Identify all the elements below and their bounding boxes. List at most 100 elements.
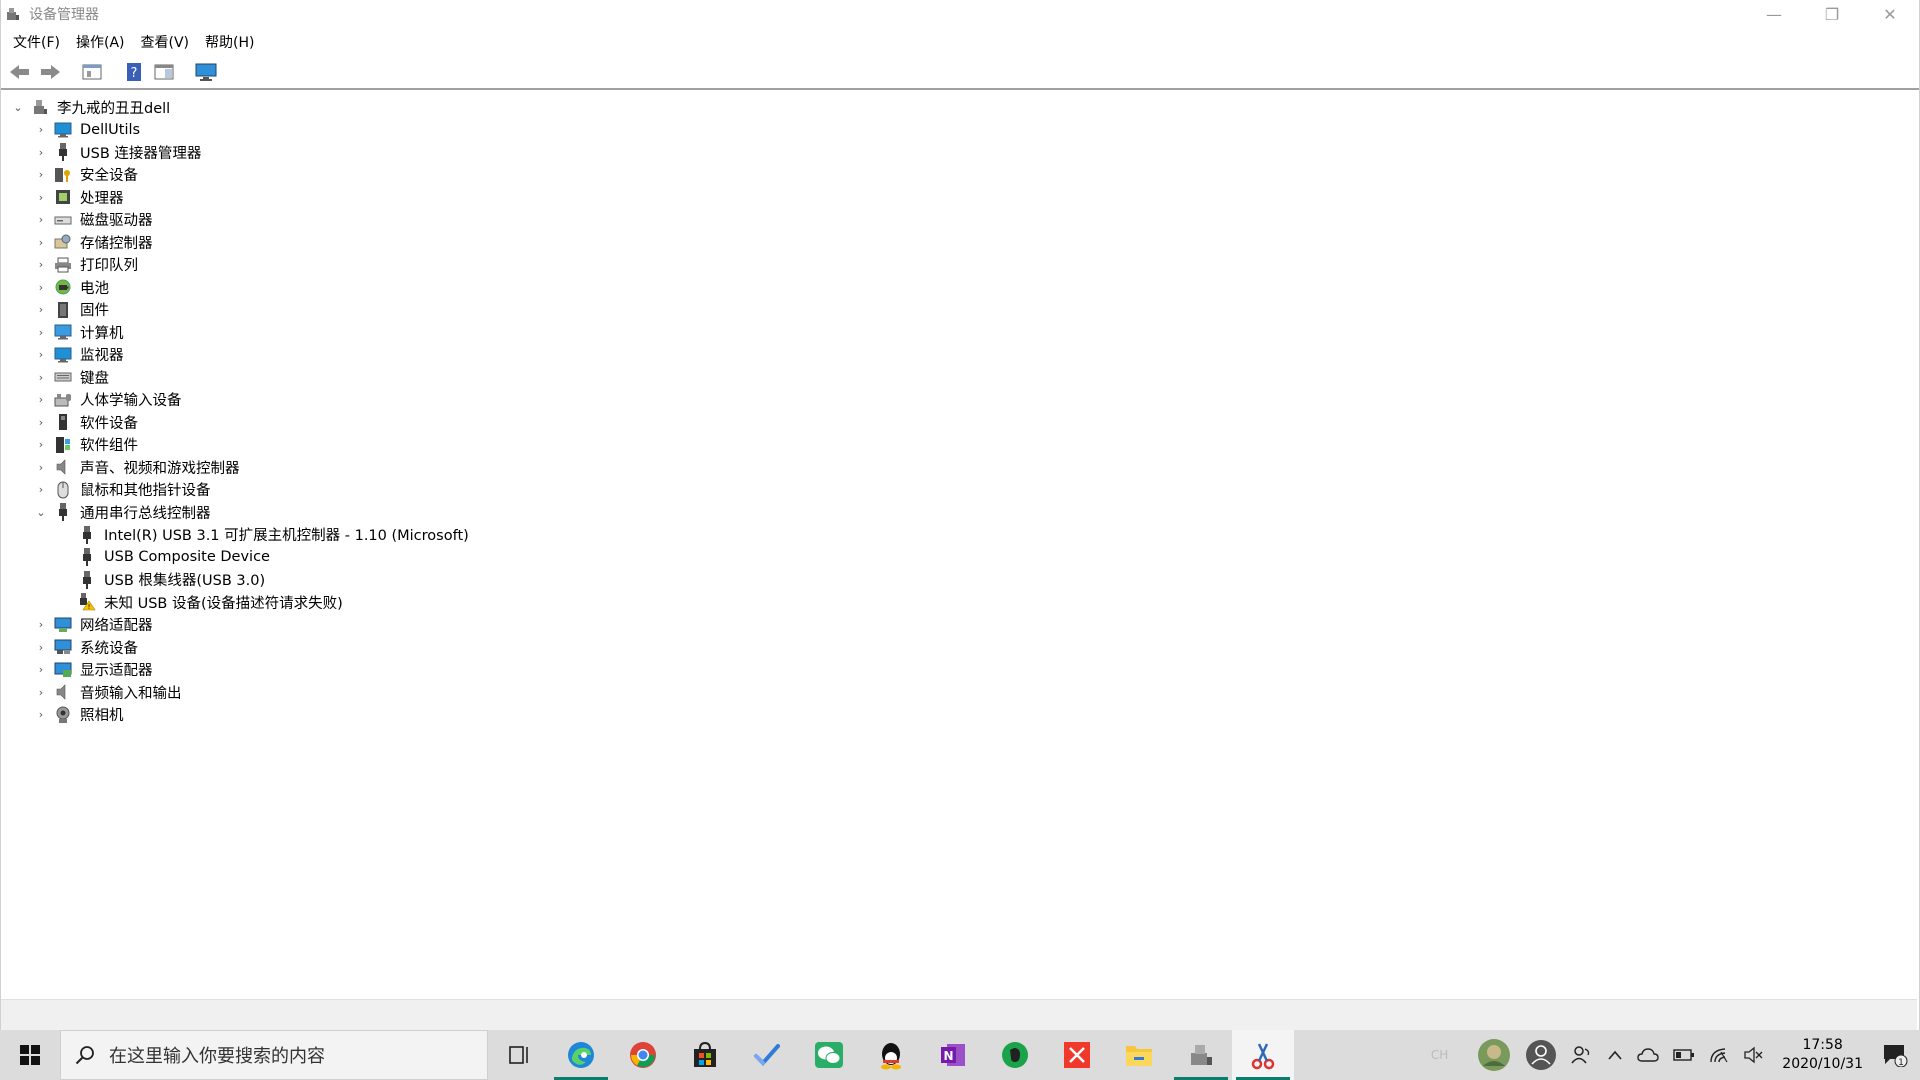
- close-button[interactable]: ✕: [1861, 0, 1919, 28]
- expand-chevron-right-icon[interactable]: ›: [34, 258, 48, 272]
- properties-button[interactable]: [79, 60, 105, 84]
- expand-chevron-right-icon[interactable]: ›: [34, 280, 48, 294]
- expand-chevron-right-icon[interactable]: ›: [34, 370, 48, 384]
- tree-category[interactable]: › 打印队列: [1, 254, 1917, 277]
- device-tree[interactable]: ⌄ 李九戒的丑丑dell › DellUtils › USB 连接器管理器 › 安全设备 › 处理…: [1, 94, 1917, 999]
- taskbar-file-explorer[interactable]: [1108, 1030, 1170, 1080]
- expand-chevron-down-icon[interactable]: ⌄: [11, 100, 25, 114]
- minimize-button[interactable]: —: [1745, 0, 1803, 28]
- taskbar-edge[interactable]: [550, 1030, 612, 1080]
- tree-category[interactable]: › 存储控制器: [1, 231, 1917, 254]
- network-adapter-icon: [54, 616, 72, 634]
- file-explorer-icon: [1126, 1046, 1152, 1066]
- taskbar-store[interactable]: [674, 1030, 736, 1080]
- tree-category[interactable]: › 音频输入和输出: [1, 681, 1917, 704]
- tree-category[interactable]: › 人体学输入设备: [1, 389, 1917, 412]
- expand-chevron-right-icon[interactable]: ›: [34, 663, 48, 677]
- expand-chevron-right-icon[interactable]: ›: [34, 123, 48, 137]
- tree-category-usb-controllers[interactable]: ⌄ 通用串行总线控制器: [1, 501, 1917, 524]
- tree-category[interactable]: › USB 连接器管理器: [1, 141, 1917, 164]
- tree-category[interactable]: › 声音、视频和游戏控制器: [1, 456, 1917, 479]
- tree-category[interactable]: › DellUtils: [1, 119, 1917, 142]
- tray-user[interactable]: [1518, 1030, 1564, 1080]
- tray-show-hidden[interactable]: [1600, 1030, 1630, 1080]
- expand-chevron-right-icon[interactable]: ›: [34, 438, 48, 452]
- ime-indicator[interactable]: CH: [1409, 1048, 1470, 1062]
- expand-chevron-right-icon[interactable]: ›: [34, 685, 48, 699]
- task-view-button[interactable]: [488, 1030, 550, 1080]
- tree-device[interactable]: Intel(R) USB 3.1 可扩展主机控制器 - 1.10 (Micros…: [1, 524, 1917, 547]
- tree-category[interactable]: › 固件: [1, 299, 1917, 322]
- expand-chevron-right-icon[interactable]: ›: [34, 708, 48, 722]
- tray-weather[interactable]: [1470, 1030, 1518, 1080]
- start-button[interactable]: [0, 1030, 60, 1080]
- taskbar-chrome[interactable]: [612, 1030, 674, 1080]
- restore-button[interactable]: ❐: [1803, 0, 1861, 28]
- menu-view[interactable]: 查看(V): [133, 29, 198, 55]
- tree-category[interactable]: › 网络适配器: [1, 614, 1917, 637]
- taskbar-device-manager[interactable]: [1170, 1030, 1232, 1080]
- taskbar-onenote[interactable]: N: [922, 1030, 984, 1080]
- expand-chevron-right-icon[interactable]: ›: [34, 483, 48, 497]
- menu-action[interactable]: 操作(A): [68, 29, 133, 55]
- expand-chevron-right-icon[interactable]: ›: [34, 348, 48, 362]
- expand-chevron-right-icon[interactable]: ›: [34, 190, 48, 204]
- expand-chevron-right-icon[interactable]: ›: [34, 168, 48, 182]
- help-button[interactable]: ?: [121, 60, 147, 84]
- tree-category[interactable]: › 软件设备: [1, 411, 1917, 434]
- tray-battery[interactable]: [1666, 1030, 1702, 1080]
- expand-chevron-right-icon[interactable]: ›: [34, 235, 48, 249]
- tray-wifi[interactable]: [1702, 1030, 1736, 1080]
- expand-chevron-right-icon[interactable]: ›: [34, 145, 48, 159]
- tree-device[interactable]: USB 根集线器(USB 3.0): [1, 569, 1917, 592]
- tree-category[interactable]: › 处理器: [1, 186, 1917, 209]
- tree-category[interactable]: › 系统设备: [1, 636, 1917, 659]
- expand-chevron-right-icon[interactable]: ›: [34, 213, 48, 227]
- tree-device[interactable]: USB Composite Device: [1, 546, 1917, 569]
- expand-chevron-right-icon[interactable]: ›: [34, 325, 48, 339]
- tray-people[interactable]: [1564, 1030, 1600, 1080]
- taskbar-qq[interactable]: [860, 1030, 922, 1080]
- tree-root-computer[interactable]: ⌄ 李九戒的丑丑dell: [1, 96, 1917, 119]
- forward-button[interactable]: [37, 60, 63, 84]
- tree-category[interactable]: › 键盘: [1, 366, 1917, 389]
- menu-file[interactable]: 文件(F): [5, 29, 68, 55]
- tree-category[interactable]: › 电池: [1, 276, 1917, 299]
- expand-chevron-right-icon[interactable]: ›: [34, 460, 48, 474]
- tree-category[interactable]: › 软件组件: [1, 434, 1917, 457]
- title-bar[interactable]: 设备管理器 — ❐ ✕: [1, 0, 1919, 28]
- tray-onedrive[interactable]: [1630, 1030, 1666, 1080]
- tree-category[interactable]: › 照相机: [1, 704, 1917, 727]
- tree-category[interactable]: › 计算机: [1, 321, 1917, 344]
- expand-chevron-down-icon[interactable]: ⌄: [34, 505, 48, 519]
- tree-category[interactable]: › 监视器: [1, 344, 1917, 367]
- back-button[interactable]: [7, 60, 33, 84]
- expand-chevron-right-icon[interactable]: ›: [34, 415, 48, 429]
- weather-avatar-icon: [1478, 1039, 1511, 1071]
- details-pane-button[interactable]: [151, 60, 177, 84]
- taskbar-todo[interactable]: [736, 1030, 798, 1080]
- menu-help[interactable]: 帮助(H): [197, 29, 262, 55]
- expand-chevron-right-icon[interactable]: ›: [34, 303, 48, 317]
- tray-volume[interactable]: [1736, 1030, 1770, 1080]
- tree-node-label: 照相机: [80, 708, 124, 725]
- keyboard-icon: [54, 368, 72, 386]
- taskbar-xmind[interactable]: [1046, 1030, 1108, 1080]
- tree-category[interactable]: › 鼠标和其他指针设备: [1, 479, 1917, 502]
- tree-device[interactable]: ! 未知 USB 设备(设备描述符请求失败): [1, 591, 1917, 614]
- taskbar-snipping-tool[interactable]: [1232, 1030, 1294, 1080]
- scan-hardware-button[interactable]: [193, 60, 219, 84]
- expand-chevron-right-icon[interactable]: ›: [34, 393, 48, 407]
- taskbar-evernote[interactable]: [984, 1030, 1046, 1080]
- onenote-icon: N: [941, 1044, 965, 1066]
- expand-chevron-right-icon[interactable]: ›: [34, 640, 48, 654]
- tree-category[interactable]: › 安全设备: [1, 164, 1917, 187]
- taskbar-wechat[interactable]: [798, 1030, 860, 1080]
- expand-chevron-right-icon[interactable]: ›: [34, 618, 48, 632]
- taskbar-clock[interactable]: 17:58 2020/10/31: [1770, 1036, 1875, 1074]
- tray-notifications[interactable]: 1: [1875, 1030, 1920, 1080]
- tree-category[interactable]: › 显示适配器: [1, 659, 1917, 682]
- taskbar-search-box[interactable]: 在这里输入你要搜索的内容: [60, 1030, 488, 1080]
- tree-category[interactable]: › 磁盘驱动器: [1, 209, 1917, 232]
- clock-time: 17:58: [1802, 1037, 1843, 1053]
